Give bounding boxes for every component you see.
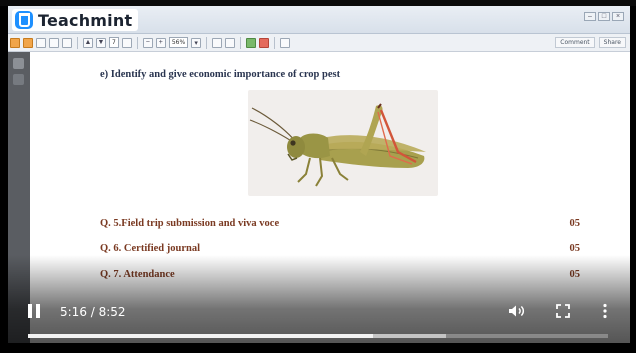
fullscreen-icon[interactable]: [556, 304, 570, 318]
seek-bar[interactable]: [28, 334, 608, 338]
bottom-letterbox: [0, 343, 636, 353]
seek-bar-played: [28, 334, 374, 338]
video-player-controls: 5:16 / 8:52: [0, 0, 636, 353]
time-display: 5:16 / 8:52: [60, 305, 126, 319]
video-frame: Teachmint – □ × ▲ ▼ 7 − + 56% ▾ Comment …: [0, 0, 636, 353]
pause-icon[interactable]: [28, 304, 42, 318]
more-vertical-icon[interactable]: [602, 303, 608, 319]
volume-icon[interactable]: [508, 304, 526, 318]
